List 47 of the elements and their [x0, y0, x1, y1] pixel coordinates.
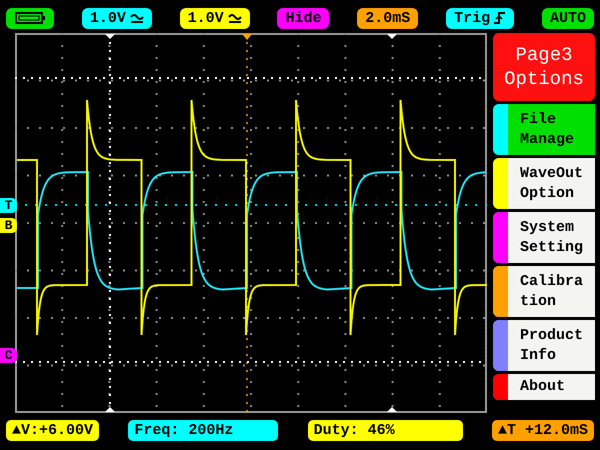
menu-item-text: Option — [520, 184, 576, 204]
badge-text: AUTO — [550, 10, 586, 26]
menu-title-line: Options — [504, 67, 584, 91]
coupling-icon — [130, 12, 144, 24]
menu-item-text: About — [520, 377, 566, 397]
coupling-icon — [228, 12, 242, 24]
status-badge[interactable]: 1.0V — [180, 8, 250, 28]
cursor-marker-icon — [387, 407, 397, 412]
menu-item-text: File — [520, 110, 558, 130]
menu-item-text: Manage — [520, 130, 574, 150]
measurement-badge: Freq: 200Hz — [128, 420, 278, 440]
menu-item[interactable]: System Setting — [493, 212, 595, 263]
cursor-marker-icon — [105, 34, 115, 39]
measurement-badge: ▲V:+6.00V — [6, 420, 100, 440]
channel-marker[interactable]: T — [0, 198, 17, 213]
trigger-marker-icon — [242, 34, 252, 40]
cursor-marker-icon — [105, 407, 115, 412]
status-badge[interactable]: 1.0V — [82, 8, 152, 28]
menu-item[interactable]: Product Info — [493, 320, 595, 371]
menu-item[interactable]: WaveOut Option — [493, 158, 595, 209]
menu-item-text: tion — [520, 292, 558, 312]
cursor-marker-icon — [387, 34, 397, 39]
menu-title-line: Page3 — [515, 43, 572, 67]
badge-text: Trig — [454, 10, 490, 26]
status-badge[interactable]: 2.0mS — [357, 8, 418, 28]
status-badge[interactable]: AUTO — [542, 8, 594, 28]
battery-icon — [15, 12, 45, 24]
menu-item-text: Calibra — [520, 272, 584, 292]
menu-item-text: WaveOut — [520, 164, 584, 184]
badge-text: 1.0V — [188, 10, 224, 26]
menu-item-text: System — [520, 218, 576, 238]
status-badge[interactable]: Trig — [446, 8, 514, 28]
menu-item[interactable]: Calibra tion — [493, 266, 595, 317]
menu-item[interactable]: File Manage — [493, 104, 595, 155]
status-badge[interactable]: Hide — [277, 8, 330, 28]
menu-item-text: Info — [520, 346, 558, 366]
menu-item-text: Product — [520, 326, 584, 346]
badge-text: Hide — [285, 10, 322, 26]
badge-text: 2.0mS — [365, 10, 410, 26]
menu-item-text: Setting — [520, 238, 584, 258]
menu-item[interactable]: About — [493, 374, 595, 400]
measurement-badge: ▲T +12.0mS — [492, 420, 594, 440]
rising-edge-icon — [494, 11, 506, 25]
channel-marker[interactable]: C — [0, 348, 17, 363]
measurement-badge: Duty: 46% — [308, 420, 463, 440]
badge-text: 1.0V — [90, 10, 126, 26]
channel-marker[interactable]: B — [0, 218, 17, 233]
